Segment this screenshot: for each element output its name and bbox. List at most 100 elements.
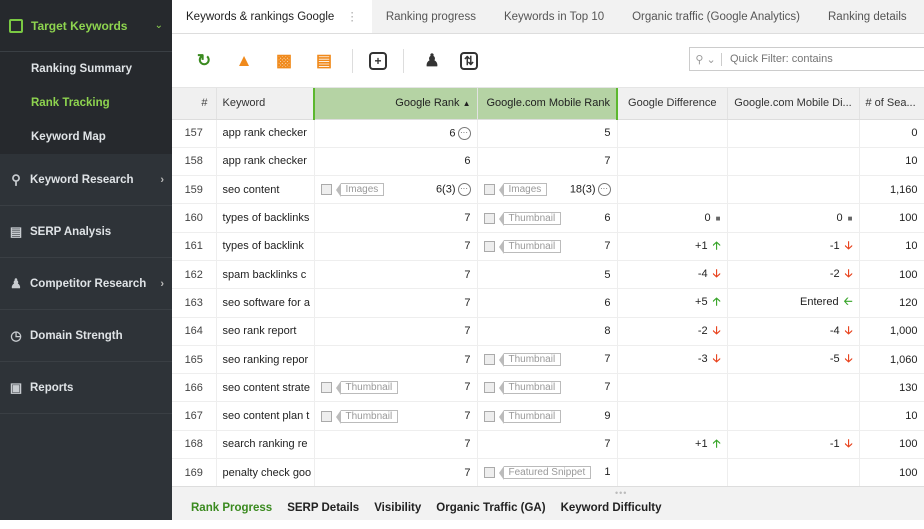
sidebar-item-rank-tracking[interactable]: Rank Tracking: [0, 86, 172, 120]
keyword-cell[interactable]: types of backlink: [216, 232, 315, 261]
sidebar-section-label: SERP Analysis: [30, 225, 112, 238]
keyword-cell[interactable]: seo content plan t: [216, 401, 315, 431]
table-row[interactable]: 163 seo software for a 7 6 +5 🡡 Entered 🡠 120: [172, 288, 924, 318]
keyword-cell[interactable]: seo software for a: [216, 288, 315, 318]
google-rank-cell[interactable]: 7: [314, 458, 478, 486]
table-row[interactable]: 167 seo content plan t Thumbnail 7 Thumbnail…: [172, 401, 924, 431]
keyword-cell[interactable]: search ranking re: [216, 430, 315, 460]
more-options-icon[interactable]: ···: [457, 183, 471, 197]
google-rank-cell[interactable]: 7: [314, 260, 478, 290]
keyword-cell[interactable]: seo content: [216, 175, 315, 205]
table-row[interactable]: 159 seo content Images 6(3) ··· Images 18(3) ··…: [172, 175, 924, 205]
mobile-rank-cell[interactable]: Images 18(3) ···: [477, 175, 618, 205]
sidebar-section-domain-strength[interactable]: ◷ Domain Strength: [0, 310, 172, 362]
google-rank-cell[interactable]: 7: [314, 288, 478, 318]
mobile-difference-cell: [727, 175, 860, 205]
difference-value: 0: [836, 212, 843, 225]
mobile-rank-cell[interactable]: 8: [477, 317, 618, 346]
table-row[interactable]: 161 types of backlink 7 Thumbnail 7 +1 🡡 -1 🡣 10: [172, 232, 924, 261]
sidebar-section-serp-analysis[interactable]: ▤ SERP Analysis: [0, 206, 172, 258]
mobile-rank-cell[interactable]: Thumbnail 7: [477, 345, 618, 375]
mobile-rank-cell[interactable]: 5: [477, 260, 618, 290]
bottom-tab-organic-traffic-ga-[interactable]: Organic Traffic (GA): [436, 487, 545, 529]
tab-keywords-in-top-10[interactable]: Keywords in Top 10: [490, 0, 618, 33]
table-row[interactable]: 164 seo rank report 7 8 -2 🡣 -4 🡣 1,000: [172, 317, 924, 346]
tab-organic-traffic-google-analytics-[interactable]: Organic traffic (Google Analytics): [618, 0, 814, 33]
column-header-number[interactable]: #: [172, 88, 217, 120]
quick-filter-input[interactable]: [722, 53, 912, 65]
table-row[interactable]: 166 seo content strate Thumbnail 7 Thumbnail…: [172, 373, 924, 403]
table-row[interactable]: 168 search ranking re 7 7 +1 🡡 -1 🡣 100: [172, 430, 924, 460]
google-rank-cell[interactable]: 7: [314, 203, 478, 233]
column-header-google-rank[interactable]: Google Rank ▲: [313, 88, 478, 120]
tab-ranking-progress[interactable]: Ranking progress: [372, 0, 490, 33]
competitors-icon[interactable]: ♟: [420, 49, 444, 73]
column-header-searches[interactable]: # of Sea...: [859, 88, 924, 120]
google-rank-cell[interactable]: Thumbnail 7: [314, 373, 478, 403]
table-row[interactable]: 158 app rank checker 6 7 10: [172, 147, 924, 177]
sidebar-item-ranking-summary[interactable]: Ranking Summary: [0, 52, 172, 86]
table-row[interactable]: 160 types of backlinks 7 Thumbnail 6 0 ■ 0 ■ 100: [172, 203, 924, 233]
keyword-cell[interactable]: seo rank report: [216, 317, 315, 346]
table-row[interactable]: 169 penalty check goo 7 Featured Snippet 1 10…: [172, 458, 924, 486]
mobile-rank-cell[interactable]: Thumbnail 6: [477, 203, 618, 233]
bottom-tab-keyword-difficulty[interactable]: Keyword Difficulty: [561, 487, 662, 529]
tab-menu-icon[interactable]: ⋮: [346, 11, 358, 23]
keyword-cell[interactable]: penalty check goo: [216, 458, 315, 486]
serp-feature-label: Thumbnail: [498, 239, 562, 254]
table-row[interactable]: 162 spam backlinks c 7 5 -4 🡣 -2 🡣 100: [172, 260, 924, 290]
google-rank-cell[interactable]: 7: [314, 345, 478, 375]
keyword-cell[interactable]: seo ranking repor: [216, 345, 315, 375]
sidebar-section-reports[interactable]: ▣ Reports: [0, 362, 172, 414]
tab-keywords-rankings-google[interactable]: Keywords & rankings Google ⋮: [172, 0, 372, 33]
more-options-icon[interactable]: ···: [597, 183, 611, 197]
mobile-rank-cell[interactable]: 6: [477, 288, 618, 318]
google-rank-cell[interactable]: 6: [314, 147, 478, 177]
google-rank-cell[interactable]: 6 ···: [314, 119, 478, 148]
sidebar-section-competitor-research[interactable]: ♟ Competitor Research ›: [0, 258, 172, 310]
search-icon[interactable]: ⚲ ⌄: [690, 52, 722, 66]
bottom-tab-serp-details[interactable]: SERP Details: [287, 487, 359, 529]
mobile-rank-cell[interactable]: Thumbnail 7: [477, 373, 618, 403]
google-ads-icon[interactable]: ▲: [232, 49, 256, 73]
mobile-rank-cell[interactable]: 7: [477, 147, 618, 177]
tab-ranking-details[interactable]: Ranking details: [814, 0, 921, 33]
mobile-rank-cell[interactable]: Featured Snippet 1: [477, 458, 618, 486]
google-rank-cell[interactable]: 7: [314, 232, 478, 261]
sidebar-section-keyword-research[interactable]: ⚲ Keyword Research ›: [0, 154, 172, 206]
mobile-rank-cell[interactable]: Thumbnail 7: [477, 232, 618, 261]
column-header-mobile-rank[interactable]: Google.com Mobile Rank: [477, 88, 618, 120]
google-rank-cell[interactable]: Thumbnail 7: [314, 401, 478, 431]
column-header-keyword[interactable]: Keyword: [216, 88, 315, 120]
sidebar-item-keyword-map[interactable]: Keyword Map: [0, 120, 172, 154]
more-options-icon[interactable]: ···: [457, 126, 471, 140]
google-rank-cell[interactable]: Images 6(3) ···: [314, 175, 478, 205]
analytics-update-icon[interactable]: ▩: [272, 49, 296, 73]
mobile-rank-cell[interactable]: 7: [477, 430, 618, 460]
keyword-cell[interactable]: app rank checker: [216, 119, 315, 148]
update-rankings-icon[interactable]: ↻: [192, 49, 216, 73]
bottom-tab-visibility[interactable]: Visibility: [374, 487, 421, 529]
add-keyword-icon[interactable]: +: [369, 51, 387, 70]
mobile-rank-cell[interactable]: Thumbnail 9: [477, 401, 618, 431]
mobile-rank-cell[interactable]: 5: [477, 119, 618, 148]
table-row[interactable]: 157 app rank checker 6 ··· 5 0: [172, 119, 924, 148]
google-rank-cell[interactable]: 7: [314, 430, 478, 460]
google-difference-cell: +1 🡡: [617, 232, 728, 261]
column-header-mobile-difference[interactable]: Google.com Mobile Di...: [727, 88, 860, 120]
sort-icon[interactable]: ⇅: [460, 51, 478, 70]
bottom-tab-rank-progress[interactable]: Rank Progress: [191, 487, 272, 529]
toolbar-divider: [352, 48, 353, 73]
google-rank-value: 7: [464, 353, 471, 366]
keyword-cell[interactable]: app rank checker: [216, 147, 315, 177]
keyword-cell[interactable]: spam backlinks c: [216, 260, 315, 290]
keyword-cell[interactable]: seo content strate: [216, 373, 315, 403]
keyword-cell[interactable]: types of backlinks: [216, 203, 315, 233]
schedule-icon[interactable]: ▤: [312, 49, 336, 73]
table-row[interactable]: 165 seo ranking repor 7 Thumbnail 7 -3 🡣 -5 🡣 1,0…: [172, 345, 924, 375]
google-rank-cell[interactable]: 7: [314, 317, 478, 346]
column-header-google-difference[interactable]: Google Difference: [617, 88, 728, 120]
sidebar-header-target-keywords[interactable]: Target Keywords ⌄: [0, 0, 172, 52]
tab-f[interactable]: F: [921, 0, 924, 33]
resize-handle[interactable]: •••: [615, 488, 627, 498]
